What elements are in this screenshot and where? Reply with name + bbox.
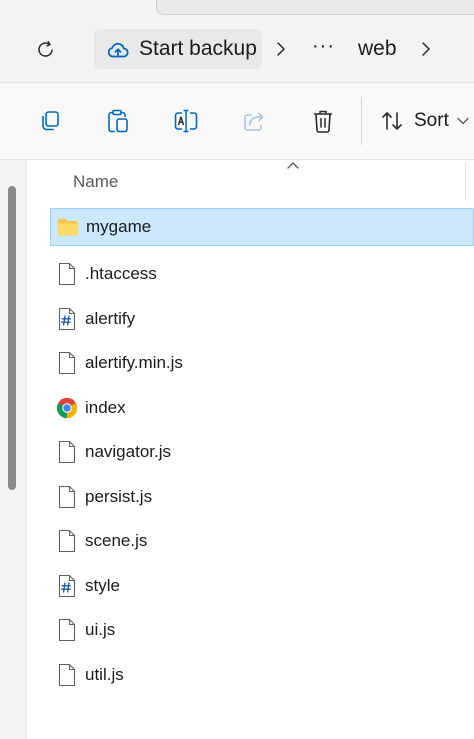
breadcrumb-start-backup[interactable]: Start backup [139, 32, 257, 66]
file-row[interactable]: style [50, 567, 474, 605]
file-name: navigator.js [85, 442, 171, 461]
folder-icon [57, 214, 79, 240]
refresh-button[interactable] [26, 30, 66, 70]
file-explorer-window: Start backup ··· web Sort Name mygame .h… [0, 0, 474, 739]
file-name: util.js [85, 665, 124, 684]
file-row[interactable]: alertify [50, 300, 474, 338]
navigation-pane-edge [0, 160, 27, 739]
file-name: persist.js [85, 487, 153, 506]
file-name: ui.js [85, 620, 116, 639]
folder-row[interactable]: mygame [50, 208, 474, 246]
copy-button[interactable] [30, 101, 70, 141]
paste-icon [108, 109, 128, 133]
file-name: .htaccess [85, 264, 157, 283]
file-icon [56, 528, 78, 554]
copy-icon [42, 111, 59, 131]
file-name: alertify [85, 309, 136, 328]
rename-icon [174, 109, 198, 133]
file-row[interactable]: scene.js [50, 522, 474, 560]
cloud-backup-icon [106, 38, 130, 62]
sort-button[interactable]: Sort [380, 101, 474, 141]
file-row[interactable]: ui.js [50, 611, 474, 649]
command-bar: Sort [0, 83, 474, 160]
share-icon [244, 112, 264, 131]
chrome-icon [56, 395, 78, 421]
delete-icon [314, 110, 332, 133]
column-header-row: Name [27, 160, 474, 204]
file-icon [56, 261, 78, 287]
css-file-icon [56, 573, 78, 599]
breadcrumb-overflow[interactable]: ··· [312, 29, 335, 63]
toolbar-divider [361, 97, 362, 145]
chevron-right-icon[interactable] [416, 36, 436, 62]
file-name: alertify.min.js [85, 353, 183, 372]
file-icon [56, 662, 78, 688]
sort-ascending-icon [287, 162, 299, 169]
address-bar: Start backup ··· web [0, 16, 474, 83]
share-button[interactable] [234, 101, 274, 141]
file-icon [56, 439, 78, 465]
file-row[interactable]: alertify.min.js [50, 344, 474, 382]
breadcrumb-web[interactable]: web [358, 32, 397, 66]
file-name: scene.js [85, 531, 148, 550]
delete-button[interactable] [303, 101, 343, 141]
file-row[interactable]: persist.js [50, 478, 474, 516]
column-divider[interactable] [465, 162, 466, 200]
sort-label: Sort [414, 110, 449, 131]
file-name: style [85, 576, 120, 595]
file-row[interactable]: util.js [50, 656, 474, 694]
file-name: mygame [86, 217, 152, 236]
chevron-down-icon [457, 117, 469, 125]
column-header-name[interactable]: Name [73, 172, 118, 192]
file-icon [56, 484, 78, 510]
tab-edge [156, 0, 474, 15]
file-row[interactable]: navigator.js [50, 433, 474, 471]
paste-button[interactable] [98, 101, 138, 141]
file-list-view: Name mygame .htaccess alertify alertify.min… [0, 160, 474, 739]
file-name: index [85, 398, 126, 417]
chevron-right-icon[interactable] [271, 36, 291, 62]
file-row[interactable]: .htaccess [50, 255, 474, 293]
file-icon [56, 617, 78, 643]
refresh-icon [38, 41, 53, 57]
file-icon [56, 350, 78, 376]
css-file-icon [56, 306, 78, 332]
title-strip [0, 0, 474, 16]
file-row[interactable]: index [50, 389, 474, 427]
sort-icon [382, 112, 402, 130]
scrollbar-thumb[interactable] [8, 186, 16, 490]
rename-button[interactable] [166, 101, 206, 141]
